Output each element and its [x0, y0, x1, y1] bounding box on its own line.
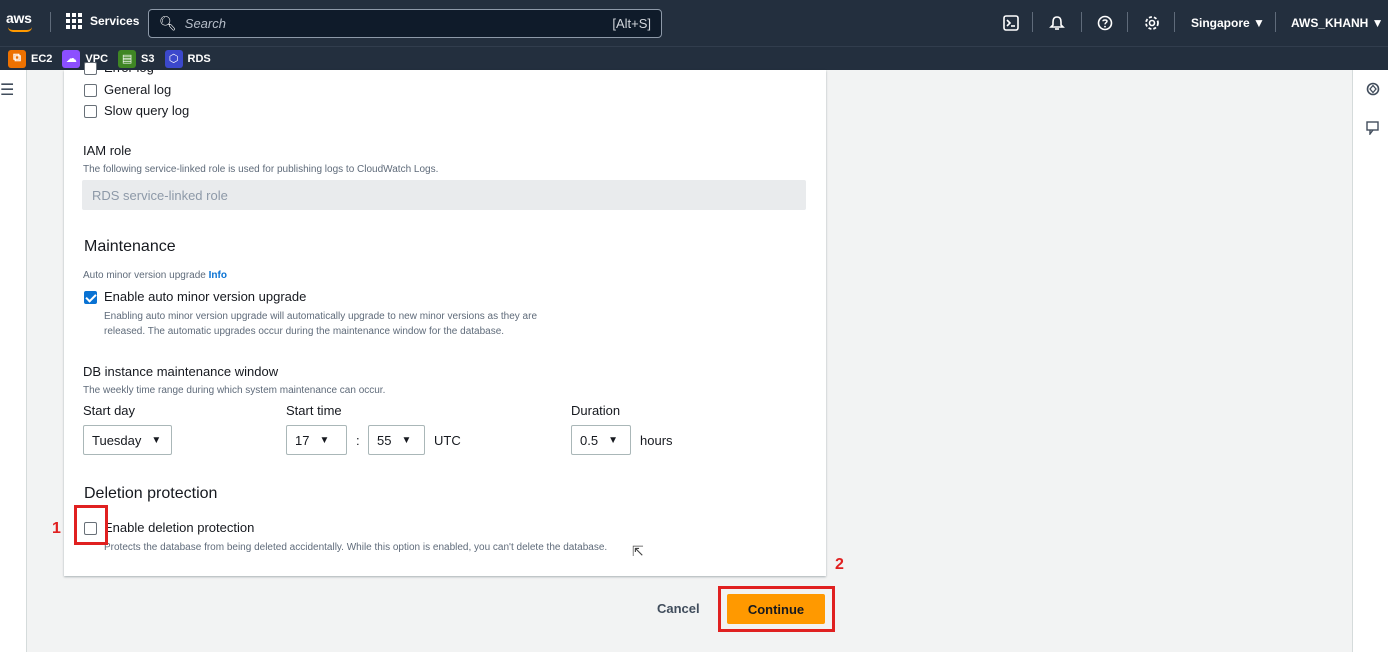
start-minute-select[interactable]: 55 ▼ — [368, 425, 425, 455]
time-separator: : — [356, 433, 360, 448]
start-hour-value: 17 — [295, 432, 310, 448]
top-navigation: aws Services 🔍︎ [Alt+S] Singapore ▼ AWS_… — [0, 0, 1388, 46]
deletion-protection-label: Enable deletion protection — [104, 520, 255, 535]
slow-query-log-label: Slow query log — [104, 103, 190, 118]
mouse-cursor-icon: ⇱ — [632, 543, 644, 559]
iam-role-title: IAM role — [83, 143, 132, 158]
start-hour-select[interactable]: 17 ▼ — [286, 425, 347, 455]
left-rail — [0, 70, 27, 652]
start-day-label: Start day — [83, 403, 136, 418]
info-panel-icon[interactable] — [1365, 81, 1381, 97]
auto-minor-upgrade-desc-line2: released. The automatic upgrades occur d… — [104, 326, 505, 337]
start-time-label: Start time — [286, 403, 342, 418]
maintenance-window-desc: The weekly time range during which syste… — [83, 385, 386, 396]
account-menu[interactable]: AWS_KHANH ▼ — [1291, 16, 1384, 30]
cloudshell-icon[interactable] — [1002, 14, 1020, 32]
step2-highlight-box — [718, 586, 835, 632]
auto-minor-label: Auto minor version upgrade — [83, 270, 206, 281]
utc-label: UTC — [434, 433, 461, 448]
bell-icon[interactable] — [1048, 14, 1066, 32]
start-day-value: Tuesday — [92, 432, 142, 448]
nav-divider — [1275, 12, 1276, 32]
step2-number: 2 — [835, 556, 844, 573]
hours-label: hours — [640, 433, 673, 448]
gear-icon[interactable] — [1143, 14, 1161, 32]
start-day-select[interactable]: Tuesday ▼ — [83, 425, 172, 455]
auto-minor-upgrade-label: Enable auto minor version upgrade — [104, 289, 307, 304]
cancel-button[interactable]: Cancel — [657, 601, 700, 616]
info-link[interactable]: Info — [209, 270, 227, 281]
search-box[interactable]: 🔍︎ [Alt+S] — [148, 9, 662, 38]
search-input[interactable] — [184, 16, 613, 31]
start-minute-value: 55 — [377, 432, 392, 448]
duration-value: 0.5 — [580, 432, 599, 448]
maintenance-heading: Maintenance — [84, 238, 176, 255]
duration-label: Duration — [571, 403, 621, 418]
search-icon: 🔍︎ — [159, 15, 177, 31]
region-selector[interactable]: Singapore ▼ — [1191, 16, 1265, 30]
nav-divider — [1127, 12, 1128, 32]
help-icon[interactable] — [1096, 14, 1114, 32]
maintenance-window-title: DB instance maintenance window — [83, 364, 279, 379]
right-rail — [1352, 70, 1388, 652]
deletion-protection-desc: Protects the database from being deleted… — [104, 542, 608, 553]
caret-down-icon: ▼ — [319, 434, 330, 446]
auto-minor-version-title: Auto minor version upgrade Info — [83, 268, 227, 283]
caret-down-icon: ▼ — [608, 434, 618, 446]
iam-role-field: RDS service-linked role — [82, 180, 806, 210]
nav-divider — [1032, 12, 1033, 32]
caret-down-icon: ▼ — [151, 434, 162, 446]
caret-down-icon: ▼ — [401, 434, 412, 446]
general-log-checkbox[interactable] — [84, 84, 97, 97]
deletion-protection-heading: Deletion protection — [84, 485, 218, 502]
step1-highlight-box — [74, 505, 108, 545]
menu-icon[interactable]: ☰ — [0, 80, 14, 100]
aws-logo[interactable]: aws — [6, 10, 32, 32]
auto-minor-upgrade-desc-line1: Enabling auto minor version upgrade will… — [104, 311, 538, 322]
duration-select[interactable]: 0.5 ▼ — [571, 425, 631, 455]
nav-divider — [50, 12, 51, 32]
search-shortcut-hint: [Alt+S] — [612, 16, 651, 31]
slow-query-log-checkbox[interactable] — [84, 105, 97, 118]
auto-minor-upgrade-checkbox[interactable] — [84, 291, 97, 304]
nav-divider — [1081, 12, 1082, 32]
services-label: Services — [90, 14, 140, 28]
services-menu-button[interactable]: Services — [66, 13, 139, 29]
step1-number: 1 — [52, 520, 61, 537]
general-log-label: General log — [104, 82, 172, 97]
grid-icon — [66, 13, 82, 29]
nav-divider — [1174, 12, 1175, 32]
iam-role-description: The following service-linked role is use… — [83, 164, 439, 175]
feedback-icon[interactable] — [1365, 120, 1381, 136]
